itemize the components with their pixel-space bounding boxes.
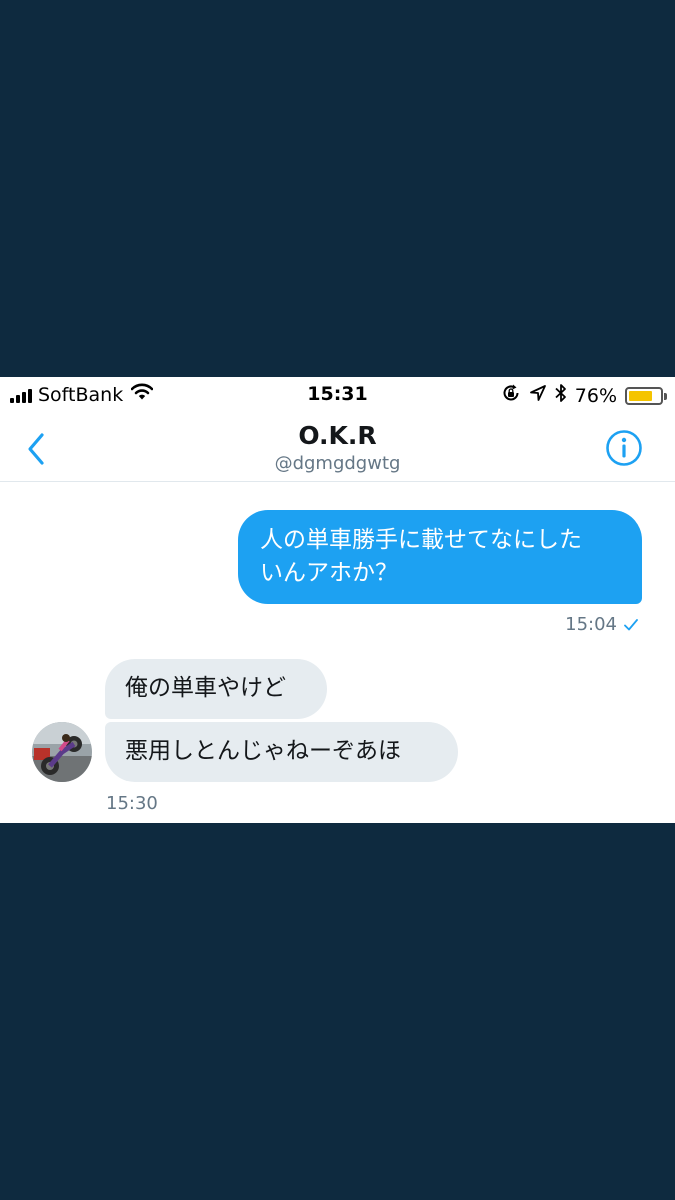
- received-message-bubble[interactable]: 悪用しとんじゃねーぞあほ: [105, 722, 458, 782]
- info-icon: [606, 430, 642, 466]
- message-text: 悪用しとんじゃねーぞあほ: [125, 738, 401, 764]
- sent-message-meta: 15:04: [565, 614, 639, 635]
- dm-conversation-screen: SoftBank 15:31 76% O.K.R @dgmgdgwtg 人の単車…: [0, 377, 675, 823]
- battery-nub: [664, 392, 667, 400]
- message-text: 俺の単車やけど: [125, 675, 286, 701]
- conversation-header: O.K.R @dgmgdgwtg: [0, 413, 675, 482]
- message-line: いんアホか？: [260, 560, 398, 586]
- conversation-name: O.K.R: [298, 421, 377, 450]
- avatar[interactable]: [32, 722, 92, 782]
- bluetooth-icon: [555, 383, 567, 408]
- battery-level-fill: [629, 390, 652, 401]
- received-message-time: 15:30: [106, 793, 158, 814]
- location-arrow-icon: [529, 384, 547, 407]
- status-bar: SoftBank 15:31 76%: [0, 377, 675, 413]
- battery-icon: [625, 386, 667, 405]
- info-button[interactable]: [605, 429, 643, 467]
- sent-message-time: 15:04: [565, 614, 617, 635]
- avatar-photo: [32, 722, 92, 782]
- rotation-lock-icon: [501, 383, 521, 408]
- check-icon: [624, 618, 638, 630]
- message-line: 人の単車勝手に載せてなにした: [260, 527, 582, 553]
- battery-percent: 76%: [574, 384, 617, 407]
- status-right: 76%: [501, 383, 667, 408]
- received-message-bubble[interactable]: 俺の単車やけど: [105, 659, 327, 719]
- conversation-handle: @dgmgdgwtg: [274, 453, 401, 474]
- sent-message-bubble[interactable]: 人の単車勝手に載せてなにした いんアホか？: [238, 510, 642, 604]
